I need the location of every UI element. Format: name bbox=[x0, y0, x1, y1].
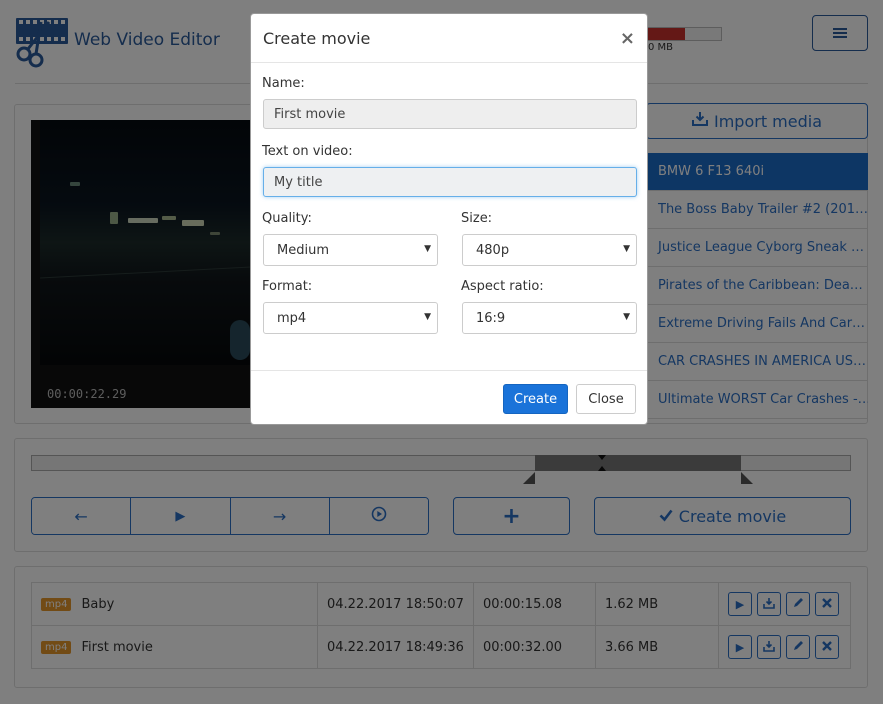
create-movie-dialog: Create movie × Name: First movie Text on… bbox=[250, 13, 648, 425]
size-select[interactable]: 480p ▼ bbox=[462, 234, 637, 266]
format-label: Format: bbox=[262, 279, 313, 294]
aspect-ratio-select-value: 16:9 bbox=[476, 310, 506, 326]
dialog-title: Create movie bbox=[263, 29, 371, 48]
text-on-video-input[interactable]: My title bbox=[263, 167, 637, 197]
size-select-value: 480p bbox=[476, 242, 510, 258]
name-input-value: First movie bbox=[274, 106, 346, 122]
text-on-video-label: Text on video: bbox=[262, 144, 353, 159]
text-on-video-value: My title bbox=[274, 174, 323, 190]
dialog-footer-divider bbox=[251, 370, 647, 371]
chevron-down-icon: ▼ bbox=[623, 244, 630, 254]
chevron-down-icon: ▼ bbox=[424, 244, 431, 254]
size-label: Size: bbox=[461, 211, 493, 226]
close-button-label: Close bbox=[588, 391, 624, 407]
name-label: Name: bbox=[262, 76, 305, 91]
close-button[interactable]: Close bbox=[576, 384, 636, 414]
format-select[interactable]: mp4 ▼ bbox=[263, 302, 438, 334]
dialog-header: Create movie × bbox=[251, 14, 647, 63]
chevron-down-icon: ▼ bbox=[424, 312, 431, 322]
chevron-down-icon: ▼ bbox=[623, 312, 630, 322]
create-button-label: Create bbox=[513, 391, 558, 407]
aspect-ratio-select[interactable]: 16:9 ▼ bbox=[462, 302, 637, 334]
quality-select[interactable]: Medium ▼ bbox=[263, 234, 438, 266]
aspect-ratio-label: Aspect ratio: bbox=[461, 279, 544, 294]
close-icon[interactable]: × bbox=[620, 28, 635, 49]
quality-label: Quality: bbox=[262, 211, 312, 226]
format-select-value: mp4 bbox=[277, 310, 307, 326]
name-input[interactable]: First movie bbox=[263, 99, 637, 129]
create-button[interactable]: Create bbox=[503, 384, 568, 414]
quality-select-value: Medium bbox=[277, 242, 329, 258]
